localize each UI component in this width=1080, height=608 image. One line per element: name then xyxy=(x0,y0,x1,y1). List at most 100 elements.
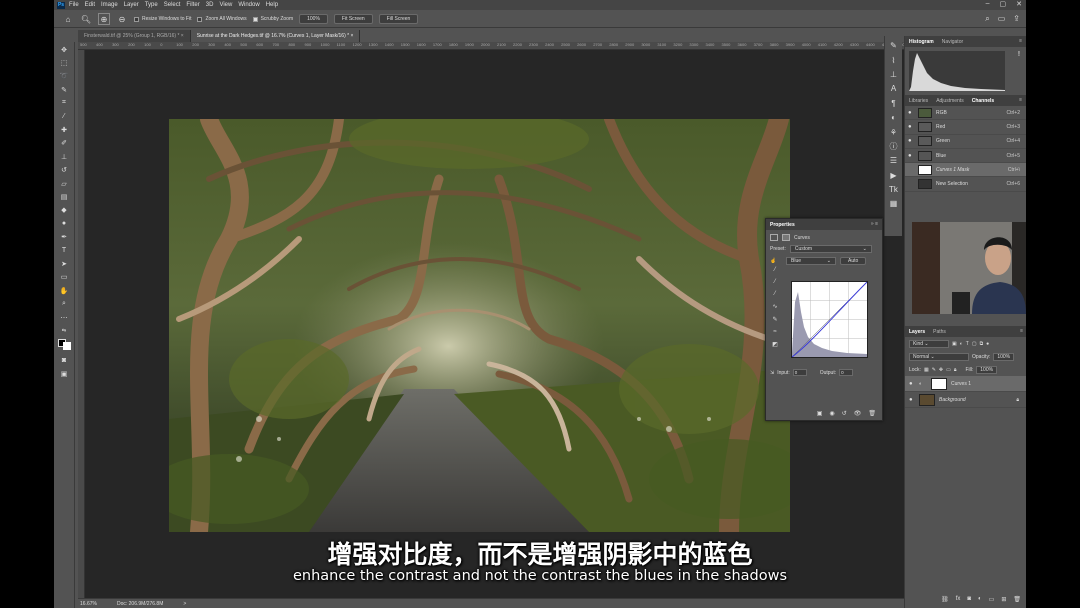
panel-menu-icon[interactable]: ≡ xyxy=(1020,328,1023,334)
brush-tool-icon[interactable]: ✐ xyxy=(58,138,70,149)
home-icon[interactable]: ⌂ xyxy=(62,13,74,25)
filter-toggle-icon[interactable]: ● xyxy=(986,341,989,347)
opacity-field[interactable]: 100% xyxy=(993,352,1015,361)
delete-icon[interactable]: 🗑︎ xyxy=(868,410,876,417)
info-icon[interactable]: ⓘ xyxy=(888,141,900,152)
eyedropper-tool-icon[interactable]: ⁄ xyxy=(58,111,70,122)
status-menu-arrow[interactable]: > xyxy=(183,601,186,607)
history-brush-tool-icon[interactable]: ↺ xyxy=(58,165,70,176)
input-field[interactable]: 0 xyxy=(792,369,807,376)
white-point-eyedropper-icon[interactable]: ⁄ xyxy=(774,291,775,297)
tk-panel-icon[interactable]: Tk xyxy=(888,184,900,195)
curves-graph[interactable] xyxy=(791,281,868,358)
gray-point-eyedropper-icon[interactable]: ⁄ xyxy=(774,279,775,285)
zoom-in-icon[interactable]: ⊕ xyxy=(98,13,110,25)
menu-view[interactable]: View xyxy=(219,2,232,8)
layer-row-curves[interactable]: ● ◐ Curves 1 xyxy=(905,376,1026,392)
link-layers-icon[interactable]: ⛓ xyxy=(941,596,949,606)
healing-brush-tool-icon[interactable]: ✚ xyxy=(58,124,70,135)
move-tool-icon[interactable]: ✥ xyxy=(58,44,70,55)
fill-field[interactable]: 100% xyxy=(976,365,998,374)
quick-mask-icon[interactable]: ◙ xyxy=(58,355,70,366)
quick-select-tool-icon[interactable]: ✎ xyxy=(58,84,70,95)
pen-tool-icon[interactable]: ✒ xyxy=(58,231,70,242)
filter-pixel-icon[interactable]: ▣ xyxy=(952,341,957,347)
black-point-eyedropper-icon[interactable]: ⁄ xyxy=(774,267,775,273)
add-mask-icon[interactable]: ◙ xyxy=(967,596,971,606)
close-tab-icon[interactable]: × xyxy=(350,33,353,39)
eye-icon[interactable]: ● xyxy=(908,153,914,159)
marquee-tool-icon[interactable]: ⬚ xyxy=(58,57,70,68)
channel-row-new-selection[interactable]: New Selection Ctrl+6 xyxy=(905,177,1026,192)
zoom-out-icon[interactable]: ⊖ xyxy=(116,13,128,25)
menu-file[interactable]: File xyxy=(69,2,79,8)
clone-source-icon[interactable]: ⊥ xyxy=(888,69,900,80)
fill-screen-button[interactable]: Fill Screen xyxy=(378,14,419,24)
resize-windows-checkbox[interactable]: Resize Windows to Fit xyxy=(134,16,191,22)
layer-row-background[interactable]: ● Background 🔒︎ xyxy=(905,392,1026,408)
hand-tool-icon[interactable]: ✋ xyxy=(58,285,70,296)
color-swatches[interactable] xyxy=(57,338,71,353)
eraser-tool-icon[interactable]: ▱ xyxy=(58,178,70,189)
output-field[interactable]: 0 xyxy=(839,369,854,376)
menu-select[interactable]: Select xyxy=(164,2,181,8)
tab-navigator[interactable]: Navigator xyxy=(942,39,963,45)
channel-row-rgb[interactable]: ● RGB Ctrl+2 xyxy=(905,106,1026,121)
panel-menu-icon[interactable]: ≡ xyxy=(1019,97,1022,103)
character-icon[interactable]: A xyxy=(888,83,900,94)
minimize-icon[interactable]: – xyxy=(986,0,990,8)
channel-row-curves-mask[interactable]: Curves 1 Mask Ctrl+\ xyxy=(905,163,1026,178)
channel-row-red[interactable]: ● Red Ctrl+3 xyxy=(905,120,1026,135)
eye-icon[interactable]: ● xyxy=(908,124,914,130)
filter-shape-icon[interactable]: ▢ xyxy=(972,341,977,347)
properties-icon[interactable]: ☰ xyxy=(888,155,900,166)
blur-tool-icon[interactable]: ◆ xyxy=(58,205,70,216)
plugin-icon[interactable]: ▦ xyxy=(888,198,900,209)
tab-adjustments[interactable]: Adjustments xyxy=(936,98,964,104)
channel-select[interactable]: Blue ⌄ xyxy=(786,257,836,265)
new-layer-icon[interactable]: ⊞ xyxy=(1001,596,1006,606)
dodge-tool-icon[interactable]: ● xyxy=(58,218,70,229)
curve-points-icon[interactable]: ∿ xyxy=(772,303,777,310)
menu-type[interactable]: Type xyxy=(145,2,158,8)
lock-transparent-icon[interactable]: ▦ xyxy=(924,367,929,373)
swap-colors-icon[interactable]: ⇆ xyxy=(58,325,70,336)
clipping-warning-icon[interactable]: ◩ xyxy=(772,341,778,348)
layer-mask-thumbnail[interactable] xyxy=(931,377,947,390)
tab-channels[interactable]: Channels xyxy=(972,98,995,104)
blend-mode-select[interactable]: Normal ⌄ xyxy=(909,352,969,361)
filter-adjustment-icon[interactable]: ◐ xyxy=(960,341,963,347)
paragraph-icon[interactable]: ¶ xyxy=(888,98,900,109)
tab-finsterwald[interactable]: Finsterwald.tif @ 25% (Group 1, RGB/16) … xyxy=(78,30,191,42)
menu-layer[interactable]: Layer xyxy=(124,2,139,8)
gradient-tool-icon[interactable]: ▤ xyxy=(58,191,70,202)
tab-paths[interactable]: Paths xyxy=(933,329,946,335)
auto-button[interactable]: Auto xyxy=(840,257,867,265)
tab-dark-hedges[interactable]: Sunrise at the Dark Hedges.tif @ 16.7% (… xyxy=(190,30,361,42)
type-tool-icon[interactable]: T xyxy=(58,245,70,256)
eye-icon[interactable]: ● xyxy=(908,110,914,116)
menu-image[interactable]: Image xyxy=(101,2,118,8)
new-group-icon[interactable]: ▭ xyxy=(989,596,995,606)
zoom-all-windows-checkbox[interactable]: Zoom All Windows xyxy=(197,16,247,22)
filter-type-icon[interactable]: T xyxy=(966,341,969,347)
close-tab-icon[interactable]: × xyxy=(181,33,184,39)
fx-icon[interactable]: fx xyxy=(956,596,961,606)
workspace-icon[interactable]: ▭ xyxy=(998,14,1006,24)
panel-menu-icon[interactable]: ≡ xyxy=(1019,38,1022,44)
styles-icon[interactable]: ⚘ xyxy=(888,126,900,137)
lock-all-icon[interactable]: 🔒︎ xyxy=(954,367,957,373)
visibility-icon[interactable]: 👁︎ xyxy=(854,410,862,417)
lock-image-icon[interactable]: ✎ xyxy=(932,367,936,373)
tab-histogram[interactable]: Histogram xyxy=(909,39,934,45)
lock-artboard-icon[interactable]: ▭ xyxy=(946,367,951,373)
adjustments-icon[interactable]: ◐ xyxy=(888,112,900,123)
search-icon[interactable]: ⌕ xyxy=(985,14,989,24)
cached-data-warning-icon[interactable]: ! xyxy=(1018,51,1020,58)
pencil-curve-icon[interactable]: ✎ xyxy=(772,316,777,323)
scrubby-zoom-checkbox[interactable]: Scrubby Zoom xyxy=(252,16,293,22)
actions-icon[interactable]: ▶ xyxy=(888,170,900,181)
crop-tool-icon[interactable]: ⌗ xyxy=(58,98,70,109)
eye-icon[interactable]: ● xyxy=(909,397,915,403)
delete-layer-icon[interactable]: 🗑︎ xyxy=(1013,596,1021,606)
